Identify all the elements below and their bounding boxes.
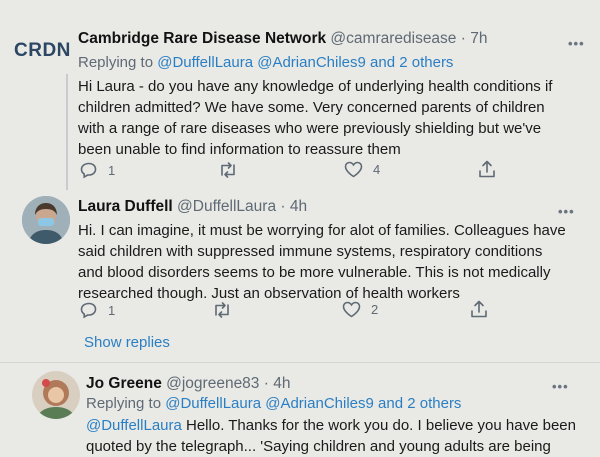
like-count: 2 [371,302,379,317]
more-options-icon[interactable]: ••• [568,36,585,51]
tweet-text-line: with a range of rare diseases who were p… [78,120,542,137]
replying-to: Replying to @DuffellLaura @AdrianChiles9… [78,54,453,71]
tweet-text-line: Hi. I can imagine, it must be worrying f… [78,222,566,239]
avatar[interactable] [32,371,80,419]
avatar[interactable] [22,196,70,244]
tweet-header: Laura Duffell @DuffellLaura · 4h [78,198,307,216]
tweet-feed: CRDN Cambridge Rare Disease Network @cam… [0,0,600,455]
replying-to-label: Replying to [86,395,162,412]
tweet-text-line: and blood disorders seems to be more vul… [78,264,551,281]
thread-line [66,74,68,190]
tweet-text-fragment: Hello. Thanks for the work you do. I bel… [181,417,576,434]
share-button[interactable] [470,300,488,319]
mention-link[interactable]: @DuffellLaura [86,417,182,434]
heart-icon [344,161,363,178]
author-handle[interactable]: @DuffellLaura [177,198,276,215]
mention-link[interactable]: @DuffellLaura [165,395,261,412]
others-link[interactable]: 2 others [407,395,461,412]
reply-button[interactable]: 1 [80,161,115,179]
tweet-text-line: said children with suppressed immune sys… [78,243,543,260]
more-options-icon[interactable]: ••• [552,379,569,394]
tweet-text-line: been unable to find information to reass… [78,141,401,158]
tweet-time[interactable]: · 4h [280,198,307,215]
tweet-time[interactable]: · 4h [264,375,291,392]
author-name[interactable]: Jo Greene [86,375,162,392]
reply-icon [80,162,97,179]
tweet-jogreene83[interactable]: Jo Greene @jogreene83 · 4h ••• Replying … [0,363,600,455]
avatar[interactable]: CRDN [14,40,70,62]
tweet-text: Hi Laura - do you have any knowledge of … [78,76,552,160]
share-icon [471,300,487,318]
author-handle[interactable]: @jogreene83 [166,375,259,392]
tweet-text-line: researched though. Just an observation o… [78,285,460,302]
like-button[interactable]: 2 [342,301,378,318]
tweet-text-line: quoted by the telegraph... 'Saying child… [86,438,551,455]
author-name[interactable]: Cambridge Rare Disease Network [78,30,326,47]
retweet-button[interactable] [212,301,232,319]
tweet-duffelllaura[interactable]: Laura Duffell @DuffellLaura · 4h ••• Hi.… [0,190,600,330]
mention-link[interactable]: @DuffellLaura [157,54,253,71]
tweet-camraredisease[interactable]: CRDN Cambridge Rare Disease Network @cam… [0,0,600,190]
like-count: 4 [373,162,381,177]
avatar-photo [22,196,70,244]
tweet-time[interactable]: · 7h [461,30,488,47]
retweet-icon [215,302,229,318]
tweet-text-line: @DuffellLaura Hello. Thanks for the work… [86,415,576,436]
tweet-header: Jo Greene @jogreene83 · 4h [86,375,290,393]
retweet-icon [221,162,235,178]
reply-and[interactable]: and [370,54,395,71]
heart-icon [342,301,361,318]
retweet-button[interactable] [218,161,238,179]
replying-to: Replying to @DuffellLaura @AdrianChiles9… [86,395,461,412]
tweet-text-line: children admitted? We have some. Very co… [78,99,545,116]
reply-icon [80,302,97,319]
reply-count: 1 [108,302,116,318]
tweet-text: @DuffellLaura Hello. Thanks for the work… [86,415,576,457]
tweet-text-line: Hi Laura - do you have any knowledge of … [78,78,553,95]
others-link[interactable]: 2 others [399,54,453,71]
reply-count: 1 [108,162,116,178]
mention-link[interactable]: @AdrianChiles9 [257,54,366,71]
share-icon [479,160,495,178]
replying-to-label: Replying to [78,54,154,71]
author-name[interactable]: Laura Duffell [78,198,173,215]
more-options-icon[interactable]: ••• [558,204,575,219]
mention-link[interactable]: @AdrianChiles9 [265,395,374,412]
like-button[interactable]: 4 [344,161,380,178]
author-handle[interactable]: @camraredisease [330,30,456,47]
reply-button[interactable]: 1 [80,301,115,319]
reply-and[interactable]: and [378,395,403,412]
tweet-text: Hi. I can imagine, it must be worrying f… [78,220,566,304]
show-replies-link[interactable]: Show replies [84,334,170,351]
tweet-header: Cambridge Rare Disease Network @camrared… [78,30,487,48]
avatar-photo [32,371,80,419]
share-button[interactable] [478,160,496,179]
